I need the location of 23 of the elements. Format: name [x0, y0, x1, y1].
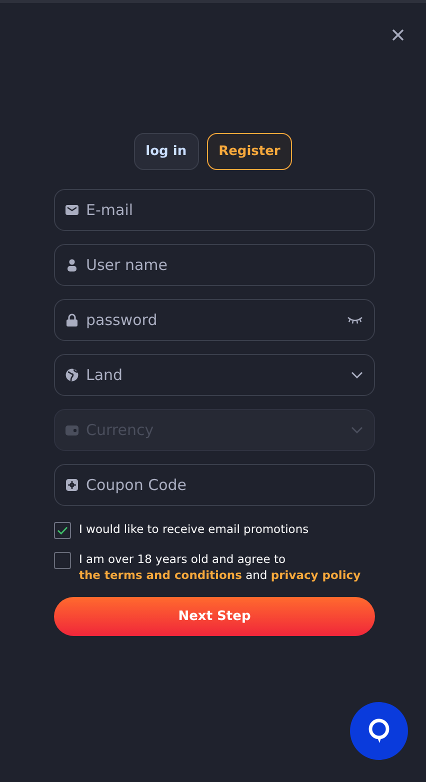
input-field[interactable]: password — [54, 299, 375, 341]
input-field[interactable]: E-mail — [54, 189, 375, 231]
lock-icon — [65, 313, 79, 327]
consent-text: I would like to receive email promotions — [79, 521, 309, 537]
closed-eye-icon[interactable] — [347, 316, 363, 324]
input-field[interactable]: User name — [54, 244, 375, 286]
tab[interactable]: Register — [206, 133, 292, 170]
checkbox[interactable] — [54, 552, 71, 569]
link[interactable]: privacy policy — [270, 568, 361, 582]
chat-bubble-icon — [367, 718, 391, 744]
user-icon — [65, 258, 79, 272]
globe-icon — [65, 368, 79, 382]
link[interactable]: the terms and conditions — [79, 568, 242, 582]
chevron-down-icon[interactable] — [351, 371, 363, 379]
input-field[interactable]: Coupon Code — [54, 464, 375, 506]
consent-text: I am over 18 years old and agree to the terms and conditions and privacy policy — [79, 551, 362, 583]
checkbox[interactable] — [54, 522, 71, 539]
input-field[interactable]: Land — [54, 354, 375, 396]
mail-icon — [65, 203, 79, 217]
tab[interactable]: log in — [134, 133, 199, 170]
close-icon[interactable] — [392, 29, 404, 41]
check-icon — [57, 526, 68, 535]
next-step-button[interactable]: Next Step — [54, 597, 375, 636]
